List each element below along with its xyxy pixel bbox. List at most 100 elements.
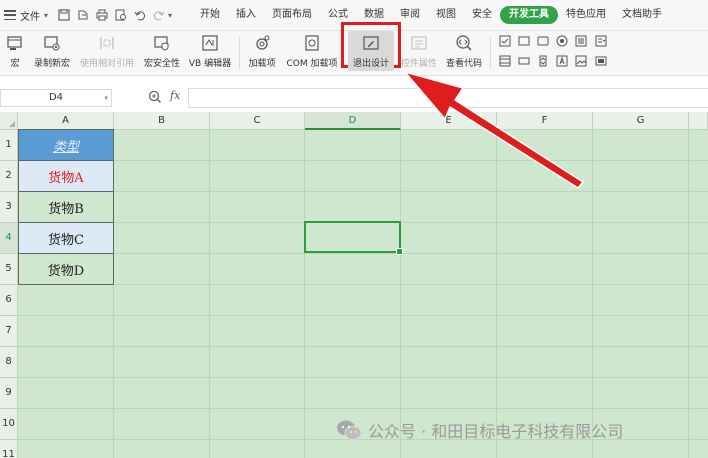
tab-page-layout[interactable]: 页面布局	[264, 0, 320, 30]
row-header-7[interactable]: 7	[0, 316, 18, 347]
hamburger-menu-icon[interactable]	[4, 10, 16, 20]
view-code-label: 查看代码	[445, 59, 482, 69]
cell-a2[interactable]: 货物A	[18, 161, 114, 192]
row-header-8[interactable]: 8	[0, 347, 18, 378]
tab-insert[interactable]: 插入	[228, 0, 264, 30]
addins-button[interactable]: 加载项	[246, 31, 278, 75]
name-box[interactable]: D4 ▾	[0, 89, 112, 107]
column-header-f[interactable]: F	[497, 112, 593, 130]
macro-security-button[interactable]: 宏安全性	[141, 31, 183, 75]
chevron-down-icon[interactable]: ▾	[44, 11, 48, 20]
spinner-control-icon[interactable]	[537, 55, 549, 67]
tab-formulas[interactable]: 公式	[320, 0, 356, 30]
cell-a3[interactable]: 货物B	[18, 192, 114, 223]
combo-box-control-icon[interactable]	[595, 35, 607, 47]
gridline	[18, 284, 708, 285]
macro-security-icon	[152, 33, 172, 53]
com-addins-label: COM 加载项	[286, 59, 338, 69]
tab-security[interactable]: 安全	[464, 0, 500, 30]
scroll-bar-control-icon[interactable]	[499, 55, 511, 67]
row-header-6[interactable]: 6	[0, 285, 18, 316]
row-header-2[interactable]: 2	[0, 161, 18, 192]
option-button-control-icon[interactable]	[556, 35, 568, 47]
gridline	[18, 253, 708, 254]
list-box-control-icon[interactable]	[575, 35, 587, 47]
view-code-icon	[454, 33, 474, 53]
fx-icon[interactable]: fx	[170, 89, 180, 102]
view-code-button[interactable]: 查看代码	[444, 31, 484, 75]
column-header-b[interactable]: B	[114, 112, 210, 130]
row-header-5[interactable]: 5	[0, 254, 18, 285]
control-properties-icon	[409, 33, 429, 53]
cell-a5[interactable]: 货物D	[18, 254, 114, 285]
exit-design-label: 退出设计	[352, 59, 389, 69]
macro-button[interactable]: 宏	[4, 31, 26, 75]
addins-label: 加载项	[248, 59, 276, 69]
gridline	[18, 160, 708, 161]
column-header-h[interactable]	[689, 112, 708, 130]
print-icon[interactable]	[95, 9, 108, 22]
exit-design-icon	[361, 33, 381, 53]
row-header-1[interactable]: 1	[0, 130, 18, 161]
tab-data[interactable]: 数据	[356, 0, 392, 30]
column-header-d[interactable]: D	[305, 112, 401, 130]
cell-a4[interactable]: 货物C	[18, 223, 114, 254]
button-control-icon[interactable]	[518, 35, 530, 47]
active-cell-d4[interactable]	[304, 221, 403, 255]
row-header-10[interactable]: 10	[0, 409, 18, 440]
column-header-e[interactable]: E	[401, 112, 497, 130]
row-header-11[interactable]: 11	[0, 440, 18, 458]
toggle-control-icon[interactable]	[595, 55, 607, 67]
formula-input[interactable]	[188, 88, 708, 108]
vb-editor-button[interactable]: VB 编辑器	[187, 31, 233, 75]
tab-developer-tools[interactable]: 开发工具	[500, 6, 559, 24]
vb-editor-label: VB 编辑器	[188, 59, 232, 69]
menu-bar: 文件 ▾ ▾ 开始 插入 页面布局 公式 数据 审阅 视图 安全 开发工具 特色…	[0, 0, 708, 31]
checkbox-control-icon[interactable]	[499, 35, 511, 47]
macro-label: 宏	[10, 59, 20, 69]
redo-icon[interactable]	[152, 9, 165, 22]
tab-special-apps[interactable]: 特色应用	[558, 0, 614, 30]
macro-icon	[5, 33, 25, 53]
chevron-down-icon[interactable]: ▾	[104, 90, 108, 106]
column-header-g[interactable]: G	[593, 112, 689, 130]
column-header-c[interactable]: C	[210, 112, 305, 130]
relative-reference-button[interactable]: 使用相对引用	[78, 31, 136, 75]
undo-icon[interactable]	[133, 9, 146, 22]
formula-bar: D4 ▾ fx	[0, 76, 708, 113]
relative-reference-label: 使用相对引用	[79, 59, 134, 69]
zoom-icon[interactable]	[148, 90, 162, 104]
file-menu[interactable]: 文件	[20, 8, 40, 23]
watermark-text: 公众号 · 和田目标电子科技有限公司	[368, 422, 624, 441]
textbox-control-icon[interactable]	[518, 55, 530, 67]
gridline	[18, 377, 708, 378]
macro-security-label: 宏安全性	[143, 59, 180, 69]
com-addins-button[interactable]: COM 加载项	[283, 31, 341, 75]
exit-design-button[interactable]: 退出设计	[348, 31, 394, 75]
control-properties-button[interactable]: 控件属性	[398, 31, 440, 75]
tab-view[interactable]: 视图	[428, 0, 464, 30]
row-header-4[interactable]: 4	[0, 223, 18, 254]
cell-a1[interactable]: 类型	[18, 129, 114, 161]
record-macro-button[interactable]: 录制新宏	[31, 31, 73, 75]
com-addins-icon	[302, 33, 322, 53]
image-control-icon[interactable]	[575, 55, 587, 67]
column-header-a[interactable]: A	[18, 112, 114, 130]
name-box-value: D4	[48, 92, 64, 103]
tab-review[interactable]: 审阅	[392, 0, 428, 30]
select-all-corner[interactable]	[0, 112, 18, 130]
addins-icon	[252, 33, 272, 53]
spreadsheet-grid[interactable]: A B C D E F G 1 2 3 4 5 6 7 8 9 10 11 类型…	[0, 112, 708, 458]
print-preview-icon[interactable]	[114, 9, 127, 22]
record-macro-icon	[42, 33, 62, 53]
label-control-icon[interactable]	[556, 55, 568, 67]
export-icon[interactable]	[76, 9, 89, 22]
tab-home[interactable]: 开始	[192, 0, 228, 30]
frame-control-icon[interactable]	[537, 35, 549, 47]
vb-editor-icon	[200, 33, 220, 53]
save-icon[interactable]	[57, 9, 70, 22]
tab-doc-assistant[interactable]: 文档助手	[614, 0, 670, 30]
more-chevron-icon[interactable]: ▾	[168, 11, 172, 20]
row-header-9[interactable]: 9	[0, 378, 18, 409]
row-header-3[interactable]: 3	[0, 192, 18, 223]
